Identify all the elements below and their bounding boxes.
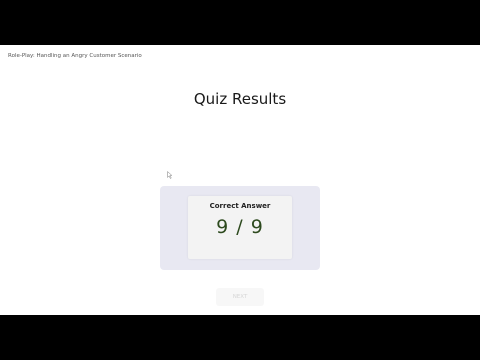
letterbox-bottom xyxy=(0,315,480,360)
course-title: Role-Play: Handling an Angry Customer Sc… xyxy=(8,53,142,59)
score-value: 9 / 9 xyxy=(216,216,264,238)
mouse-cursor-icon xyxy=(167,171,173,179)
page-title: Quiz Results xyxy=(193,90,287,108)
result-panel: Correct Answer 9 / 9 xyxy=(188,196,292,259)
letterbox-top xyxy=(0,0,480,45)
quiz-results-slide: Role-Play: Handling an Angry Customer Sc… xyxy=(0,45,480,315)
result-card: Correct Answer 9 / 9 xyxy=(160,186,320,270)
correct-answer-label: Correct Answer xyxy=(209,202,271,210)
next-button[interactable]: NEXT xyxy=(216,288,264,306)
